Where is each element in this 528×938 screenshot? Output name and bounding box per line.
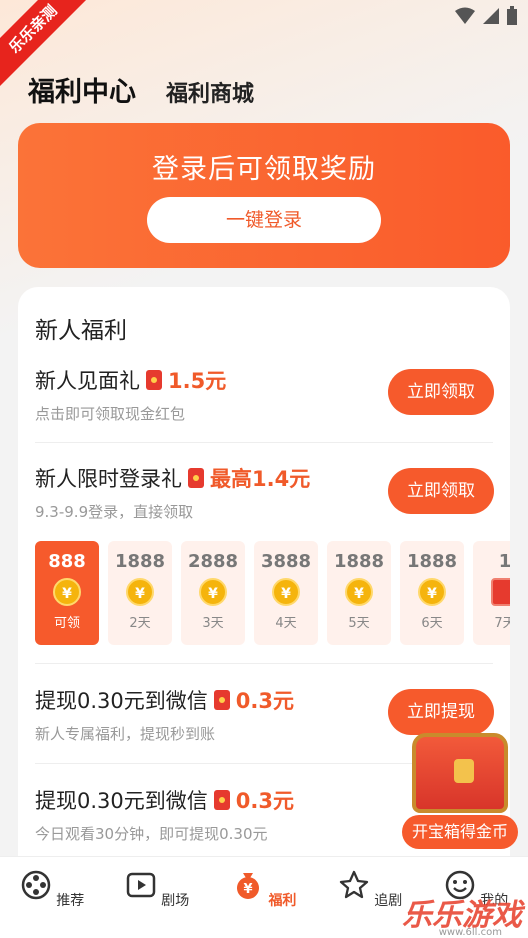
day-label: 可领 (53, 616, 80, 631)
day-amount: 2888 (187, 551, 239, 572)
day-amount: 1888 (333, 551, 385, 572)
coin-icon: ¥ (126, 578, 154, 606)
day-card[interactable]: 3888 ¥ 4天 (254, 541, 318, 645)
login-banner-title: 登录后可领取奖励 (152, 154, 376, 185)
task-gift: 新人见面礼 1.5元 点击即可领取现金红包 立即领取 (35, 365, 494, 424)
nav-follow[interactable]: 追剧 (330, 869, 410, 910)
day-amount: 1888 (406, 551, 458, 572)
treasure-chest-icon (412, 733, 508, 813)
day-label: 4天 (275, 616, 297, 631)
withdraw-button[interactable]: 立即提现 (388, 689, 494, 735)
task-title: 提现0.30元到微信 (35, 689, 208, 713)
day-card[interactable]: 1888 ¥ 5天 (327, 541, 391, 645)
money-bag-icon: ¥ (236, 873, 259, 899)
nav-welfare[interactable]: ¥ 福利 (224, 869, 304, 910)
play-icon (126, 872, 156, 898)
nav-theater[interactable]: 剧场 (117, 869, 197, 910)
claim-gift-button[interactable]: 立即领取 (388, 369, 494, 415)
treasure-chest-widget[interactable]: 开宝箱得金币 (402, 733, 518, 849)
task-reward: 1.5元 (168, 369, 227, 393)
task-title: 新人限时登录礼 (35, 467, 182, 491)
login-days-strip: 888 ¥ 可领 1888 ¥ 2天 2888 ¥ 3天 3888 ¥ 4天 1… (35, 541, 510, 646)
day-amount: 1 (498, 551, 510, 572)
svg-text:¥: ¥ (243, 882, 252, 897)
divider (35, 663, 493, 664)
day-card[interactable]: 1888 ¥ 2天 (108, 541, 172, 645)
section-title: 新人福利 (35, 318, 127, 344)
red-packet-icon (188, 468, 204, 488)
treasure-label: 开宝箱得金币 (402, 815, 518, 849)
day-label: 6天 (421, 616, 443, 631)
red-packet-icon (491, 578, 510, 606)
day-label: 3天 (202, 616, 224, 631)
task-reward: 0.3元 (235, 789, 294, 813)
nav-label: 福利 (268, 893, 297, 909)
red-packet-icon (213, 690, 230, 710)
star-icon (339, 870, 368, 899)
day-amount: 3888 (260, 551, 312, 572)
coin-icon: ¥ (199, 578, 227, 606)
top-tabs: 福利中心 福利商城 (28, 70, 254, 109)
day-amount: 1888 (114, 551, 166, 572)
divider (35, 442, 493, 443)
lock-icon (454, 759, 474, 783)
tab-welfare-mall[interactable]: 福利商城 (166, 76, 254, 108)
red-packet-icon (146, 370, 162, 390)
nav-recommend[interactable]: 推荐 (12, 869, 92, 910)
watermark-url: www.6ll.com (438, 927, 502, 938)
tab-welfare-center[interactable]: 福利中心 (28, 70, 136, 109)
signal-icon (483, 8, 499, 24)
day-card[interactable]: 1 7天 (473, 541, 510, 645)
day-card[interactable]: 2888 ¥ 3天 (181, 541, 245, 645)
battery-icon (507, 6, 517, 25)
day-label: 5天 (348, 616, 370, 631)
nav-label: 剧场 (161, 893, 190, 909)
wifi-icon (455, 7, 475, 24)
status-bar (454, 6, 518, 26)
login-banner: 登录后可领取奖励 一键登录 (18, 123, 510, 268)
red-packet-icon (213, 790, 230, 810)
day-label: 2天 (129, 616, 151, 631)
nav-label: 追剧 (374, 893, 403, 909)
coin-icon: ¥ (272, 578, 300, 606)
task-reward: 最高1.4元 (210, 467, 311, 491)
coin-icon: ¥ (53, 578, 81, 606)
task-timed-login: 新人限时登录礼 最高1.4元 9.3-9.9登录，直接领取 立即领取 (35, 463, 494, 522)
coin-icon: ¥ (418, 578, 446, 606)
task-title: 提现0.30元到微信 (35, 789, 208, 813)
day-label: 7天 (494, 616, 510, 631)
one-click-login-button[interactable]: 一键登录 (147, 197, 381, 243)
day-card[interactable]: 1888 ¥ 6天 (400, 541, 464, 645)
day-card[interactable]: 888 ¥ 可领 (35, 541, 99, 645)
task-reward: 0.3元 (235, 689, 294, 713)
day-amount: 888 (48, 551, 86, 572)
nav-label: 推荐 (56, 893, 85, 909)
film-reel-icon (21, 870, 51, 900)
claim-login-button[interactable]: 立即领取 (388, 468, 494, 514)
coin-icon: ¥ (345, 578, 373, 606)
task-title: 新人见面礼 (35, 369, 140, 393)
